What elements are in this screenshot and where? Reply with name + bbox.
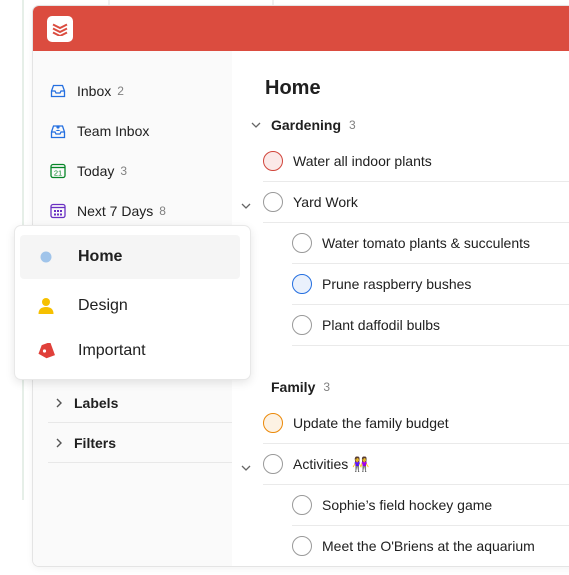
main-content: Home Gardening 3 Water all indoor plants…: [232, 51, 569, 566]
chevron-right-icon: [48, 398, 74, 408]
person-icon: [34, 297, 58, 315]
popup-item-important[interactable]: Important: [20, 329, 240, 373]
task-item[interactable]: Activities 👭: [241, 444, 569, 485]
inbox-icon: [49, 82, 67, 100]
chevron-down-icon[interactable]: [251, 121, 265, 129]
sidebar-item-label: Today: [77, 163, 115, 179]
task-title: Yard Work: [293, 194, 358, 210]
task-title: Water all indoor plants: [293, 153, 432, 169]
task-item[interactable]: Prune raspberry bushes: [292, 264, 569, 305]
task-item[interactable]: Yard Work: [241, 182, 569, 223]
sidebar-item-label: Inbox: [77, 83, 112, 99]
today-calendar-icon: 21: [49, 162, 67, 180]
task-checkbox[interactable]: [263, 454, 283, 474]
task-checkbox[interactable]: [292, 536, 312, 556]
task-title: Update the family budget: [293, 415, 449, 431]
upcoming-calendar-icon: [49, 202, 67, 220]
section-gardening-header[interactable]: Gardening 3: [251, 117, 356, 133]
sidebar-item-count: 3: [120, 164, 128, 178]
task-checkbox[interactable]: [292, 233, 312, 253]
sidebar-item-label: Team Inbox: [77, 123, 150, 139]
task-title: Water tomato plants & succulents: [322, 235, 531, 251]
svg-text:21: 21: [54, 169, 62, 178]
popup-item-label: Home: [78, 248, 123, 265]
sidebar-item-inbox[interactable]: Inbox 2: [49, 79, 124, 103]
section-count: 3: [349, 118, 356, 132]
chevron-down-icon[interactable]: [241, 197, 251, 215]
popup-item-home[interactable]: Home: [20, 235, 240, 279]
section-name: Gardening: [271, 117, 342, 133]
task-item[interactable]: Meet the O'Briens at the aquarium: [292, 526, 569, 566]
task-item[interactable]: Plant daffodil bulbs: [292, 305, 569, 346]
task-checkbox[interactable]: [292, 495, 312, 515]
task-checkbox[interactable]: [263, 151, 283, 171]
task-title: Plant daffodil bulbs: [322, 317, 441, 333]
sidebar-section-labels[interactable]: Labels: [48, 383, 232, 423]
todoist-logo-icon[interactable]: [47, 16, 73, 42]
task-title: Meet the O'Briens at the aquarium: [322, 538, 535, 554]
sidebar-item-today[interactable]: 21 Today 3: [49, 159, 127, 183]
task-checkbox[interactable]: [263, 413, 283, 433]
sidebar-item-team-inbox[interactable]: Team Inbox: [49, 119, 149, 143]
page-title: Home: [265, 77, 321, 99]
task-item[interactable]: Sophie’s field hockey game: [292, 485, 569, 526]
sidebar-section-filters[interactable]: Filters: [48, 423, 232, 463]
blue-dot-icon: [34, 251, 58, 263]
task-checkbox[interactable]: [292, 315, 312, 335]
task-checkbox[interactable]: [263, 192, 283, 212]
task-title: Activities 👭: [293, 455, 370, 472]
sidebar-item-next-7-days[interactable]: Next 7 Days 8: [49, 199, 166, 223]
label-filter-popup: Home Design Important: [15, 226, 250, 379]
task-item[interactable]: Water all indoor plants: [263, 141, 569, 182]
section-family-header[interactable]: Family 3: [251, 379, 330, 395]
task-item[interactable]: Water tomato plants & succulents: [292, 223, 569, 264]
popup-item-label: Design: [78, 297, 128, 314]
sidebar-item-count: 8: [159, 204, 166, 218]
team-inbox-icon: [49, 122, 67, 140]
popup-item-label: Important: [78, 342, 146, 359]
popup-item-design[interactable]: Design: [20, 284, 240, 328]
chevron-down-icon[interactable]: [241, 459, 251, 477]
task-checkbox[interactable]: [292, 274, 312, 294]
top-bar: [33, 6, 569, 51]
sidebar-section-label: Labels: [74, 394, 119, 411]
task-title: Sophie’s field hockey game: [322, 497, 493, 513]
sidebar-item-label: Next 7 Days: [77, 203, 154, 219]
task-title: Prune raspberry bushes: [322, 276, 472, 292]
task-item[interactable]: Update the family budget: [263, 403, 569, 444]
section-name: Family: [271, 379, 316, 395]
tag-icon: [34, 343, 58, 359]
section-count: 3: [323, 380, 331, 394]
chevron-right-icon: [48, 438, 74, 448]
sidebar-section-label: Filters: [74, 434, 117, 451]
sidebar-item-count: 2: [117, 84, 124, 98]
